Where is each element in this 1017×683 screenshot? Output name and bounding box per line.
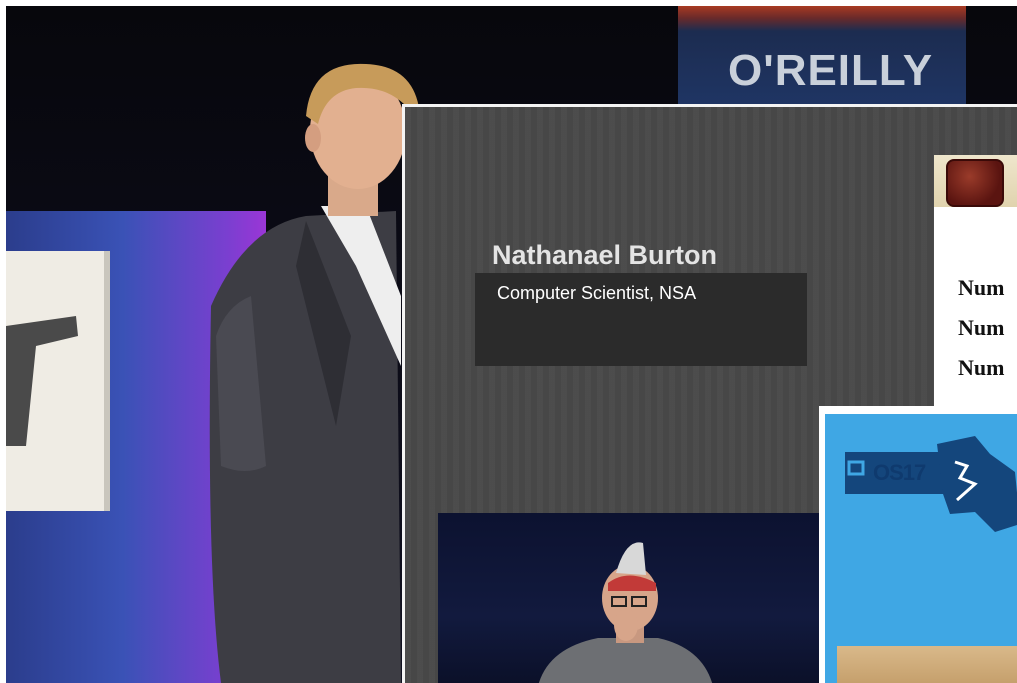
document-line: Num — [958, 315, 1005, 340]
lower-third-caption: Computer Scientist, NSA — [475, 273, 807, 366]
speaker-title: Computer Scientist, NSA — [497, 283, 697, 303]
inset-speaker-video — [438, 513, 828, 683]
photo-collage: O'REILLY Nathanael Burton Computer Scien… — [6, 6, 1017, 683]
video-overlay-panel: Nathanael Burton Computer Scientist, NSA… — [402, 104, 1017, 683]
os17-badge: OS17 — [873, 460, 926, 485]
os17-slide-card: OS17 — [819, 406, 1017, 683]
document-line: Num — [958, 355, 1005, 380]
os17-slide: OS17 — [825, 414, 1017, 683]
massachusetts-map-graphic — [845, 436, 1017, 532]
document-card: Num Num Num — [934, 155, 1017, 415]
document-line: Num — [958, 275, 1005, 300]
stage-floor — [837, 646, 1017, 683]
document-header — [934, 155, 1017, 207]
app-icon — [946, 159, 1004, 207]
speaker-name: Nathanael Burton — [492, 240, 718, 270]
second-speaker-figure — [538, 542, 713, 683]
